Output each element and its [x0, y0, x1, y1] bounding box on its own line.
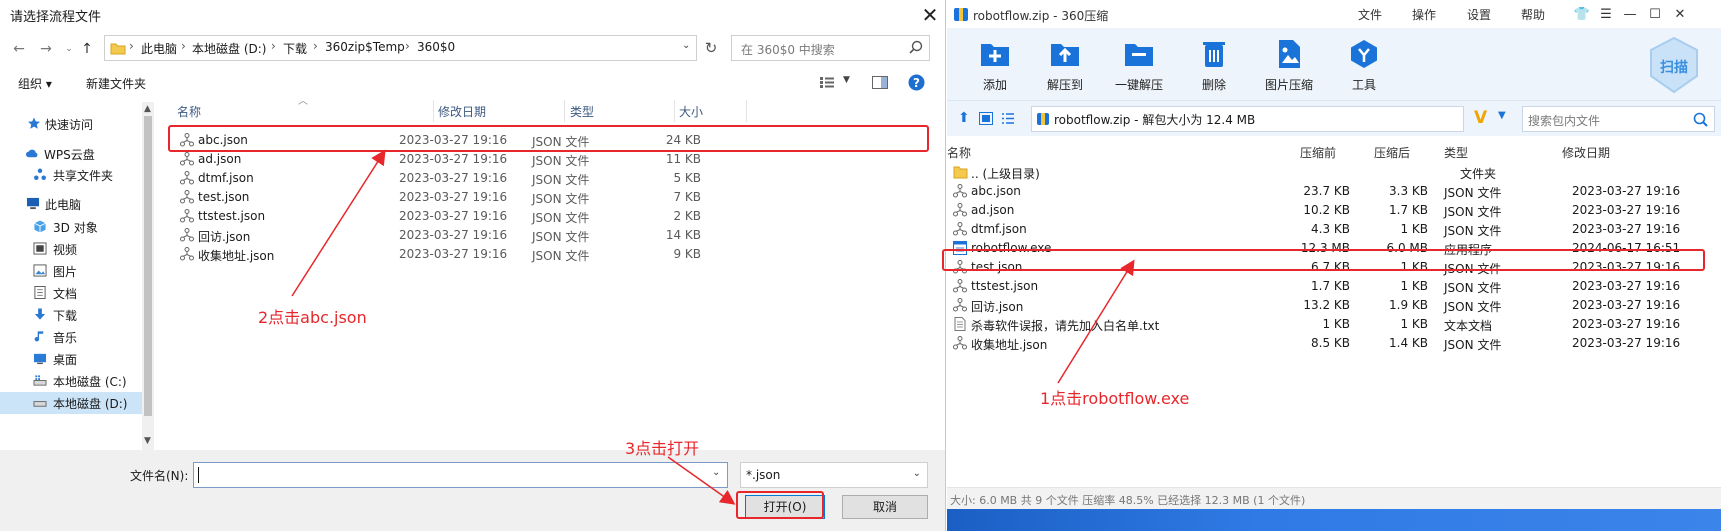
- annotation-arrows: [291, 149, 1135, 505]
- arrow-step3: [667, 456, 736, 505]
- arrow-step2: [291, 149, 386, 297]
- annotation-step3: 3点击打开: [625, 439, 700, 458]
- arrow-step1: [1057, 259, 1135, 384]
- annotation-step1: 1点击robotflow.exe: [1040, 389, 1190, 408]
- annotation-step2: 2点击abc.json: [258, 308, 367, 327]
